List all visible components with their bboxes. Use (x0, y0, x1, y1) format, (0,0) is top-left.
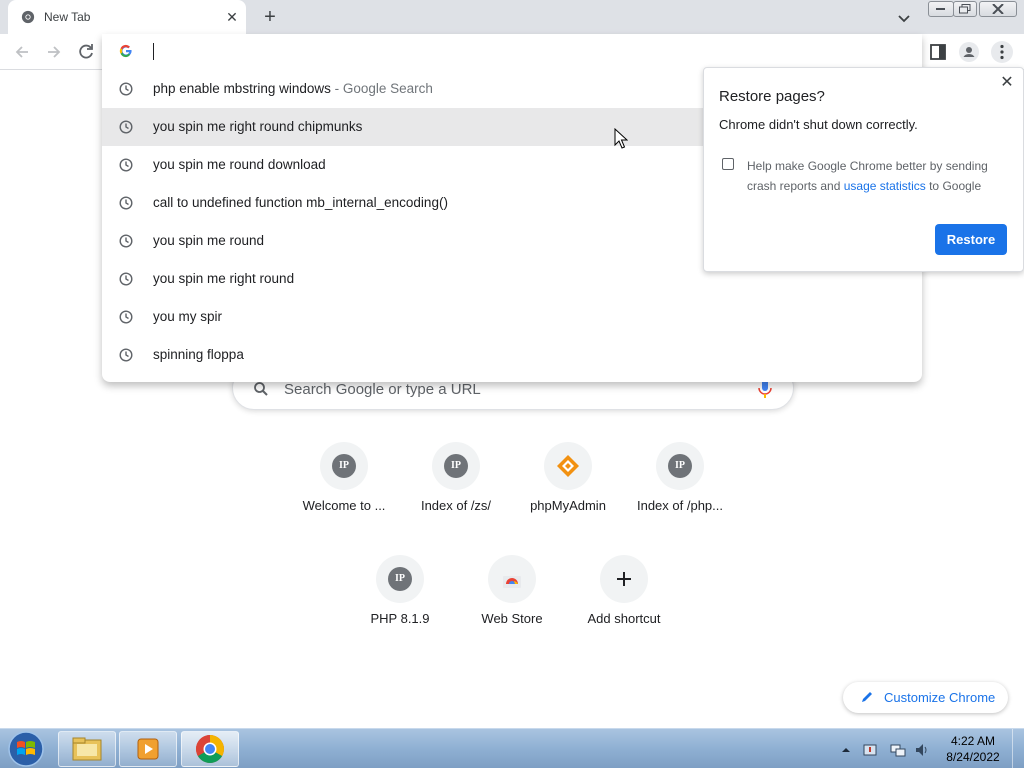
shortcut-label: PHP 8.1.9 (370, 611, 430, 626)
ip-icon: IP (332, 454, 356, 478)
shortcut-php-819[interactable]: IP PHP 8.1.9 (344, 555, 456, 651)
network-icon[interactable] (890, 742, 906, 758)
shortcut-label: phpMyAdmin (530, 498, 606, 513)
reload-icon[interactable] (74, 40, 98, 64)
address-bar-input[interactable] (152, 42, 852, 62)
taskbar-chrome[interactable] (181, 731, 239, 767)
usage-statistics-link[interactable]: usage statistics (844, 179, 926, 193)
shortcut-tile: IP (320, 442, 368, 490)
chrome-icon (196, 735, 224, 763)
volume-icon[interactable] (914, 742, 930, 758)
back-icon[interactable] (10, 40, 34, 64)
side-panel-icon[interactable] (926, 40, 950, 64)
webstore-icon (503, 576, 521, 588)
add-shortcut-button[interactable]: Add shortcut (568, 555, 680, 651)
shortcut-index-php[interactable]: IP Index of /php... (624, 442, 736, 538)
suggestion-text: you spin me right round chipmunks (153, 119, 363, 134)
suggestion-text: spinning floppa (153, 347, 244, 362)
shortcut-web-store[interactable]: Web Store (456, 555, 568, 651)
history-icon (119, 272, 133, 286)
omnibox-input-row (102, 34, 922, 70)
customize-chrome-button[interactable]: Customize Chrome (843, 682, 1008, 713)
customize-label: Customize Chrome (884, 690, 996, 705)
media-player-icon (137, 738, 159, 760)
history-icon (119, 120, 133, 134)
ip-icon: IP (388, 567, 412, 591)
shortcut-tile (600, 555, 648, 603)
restore-help-text: Help make Google Chrome better by sendin… (747, 159, 988, 193)
history-icon (119, 234, 133, 248)
shortcut-phpmyadmin[interactable]: phpMyAdmin (512, 442, 624, 538)
new-tab-button[interactable]: + (259, 6, 281, 28)
suggestion-text: php enable mbstring windows - Google Sea… (153, 81, 433, 96)
phpmyadmin-icon (557, 455, 579, 477)
search-icon (254, 382, 268, 396)
text-caret (153, 43, 154, 60)
shortcut-label: Add shortcut (587, 611, 661, 626)
taskbar-media-player[interactable] (119, 731, 177, 767)
google-g-icon (119, 44, 132, 58)
clock-time: 4:22 AM (950, 734, 996, 748)
suggestion-item[interactable]: spinning floppa (102, 336, 922, 374)
shortcut-label: Welcome to ... (302, 498, 386, 513)
forward-icon[interactable] (42, 40, 66, 64)
shortcut-index-zs[interactable]: IP Index of /zs/ (400, 442, 512, 538)
suggestion-text: you spin me round download (153, 157, 326, 172)
folder-icon (72, 737, 102, 761)
pencil-icon (862, 692, 872, 702)
close-window-button[interactable] (979, 1, 1017, 17)
ip-icon: IP (444, 454, 468, 478)
clock-date: 8/24/2022 (946, 750, 1000, 764)
restore-pages-dialog: Restore pages? ✕ Chrome didn't shut down… (703, 67, 1024, 272)
history-icon (119, 158, 133, 172)
taskbar-explorer[interactable] (58, 731, 116, 767)
plus-icon (617, 572, 631, 586)
shortcut-tile (544, 442, 592, 490)
restore-button[interactable]: Restore (935, 224, 1007, 255)
tab-search-icon[interactable] (894, 8, 914, 28)
mouse-cursor-icon (614, 128, 628, 149)
show-desktop-button[interactable] (1012, 729, 1024, 768)
ntp-search-placeholder: Search Google or type a URL (284, 381, 481, 398)
mic-icon[interactable] (758, 379, 772, 399)
start-button[interactable] (5, 730, 47, 768)
history-icon (119, 348, 133, 362)
shortcut-tile: IP (432, 442, 480, 490)
taskbar: 4:22 AM 8/24/2022 (0, 728, 1024, 768)
shortcut-label: Web Store (481, 611, 543, 626)
action-center-icon[interactable] (862, 742, 878, 758)
maximize-button[interactable] (953, 1, 977, 17)
tab-title: New Tab (44, 10, 91, 24)
history-icon (119, 82, 133, 96)
shortcut-tile: IP (376, 555, 424, 603)
shortcut-label: Index of /zs/ (420, 498, 492, 513)
restore-message: Chrome didn't shut down correctly. (719, 117, 918, 132)
shortcut-tile (488, 555, 536, 603)
profile-icon[interactable] (957, 40, 981, 64)
tab-close-icon[interactable]: ✕ (223, 8, 241, 26)
show-hidden-icons-icon[interactable] (838, 742, 854, 758)
close-icon[interactable]: ✕ (999, 75, 1015, 91)
suggestion-text: you spin me right round (153, 271, 295, 286)
ip-icon: IP (668, 454, 692, 478)
history-icon (119, 196, 133, 210)
shortcut-label: Index of /php... (636, 498, 723, 513)
suggestion-text: you my spir (153, 309, 223, 324)
chrome-icon (21, 10, 35, 24)
tab-new-tab[interactable]: New Tab ✕ (8, 0, 246, 34)
shortcut-welcome[interactable]: IP Welcome to ... (288, 442, 400, 538)
shortcut-tile: IP (656, 442, 704, 490)
history-icon (119, 310, 133, 324)
minimize-button[interactable] (928, 1, 954, 17)
crash-report-checkbox[interactable] (722, 158, 734, 170)
menu-icon[interactable] (990, 40, 1014, 64)
suggestion-item[interactable]: you my spir (102, 298, 922, 336)
suggestion-text: you spin me round (153, 233, 265, 248)
suggestion-text: call to undefined function mb_internal_e… (153, 195, 448, 210)
restore-title: Restore pages? (719, 88, 825, 105)
taskbar-clock[interactable]: 4:22 AM 8/24/2022 (940, 733, 1006, 765)
tab-strip: New Tab ✕ + (0, 0, 1024, 34)
